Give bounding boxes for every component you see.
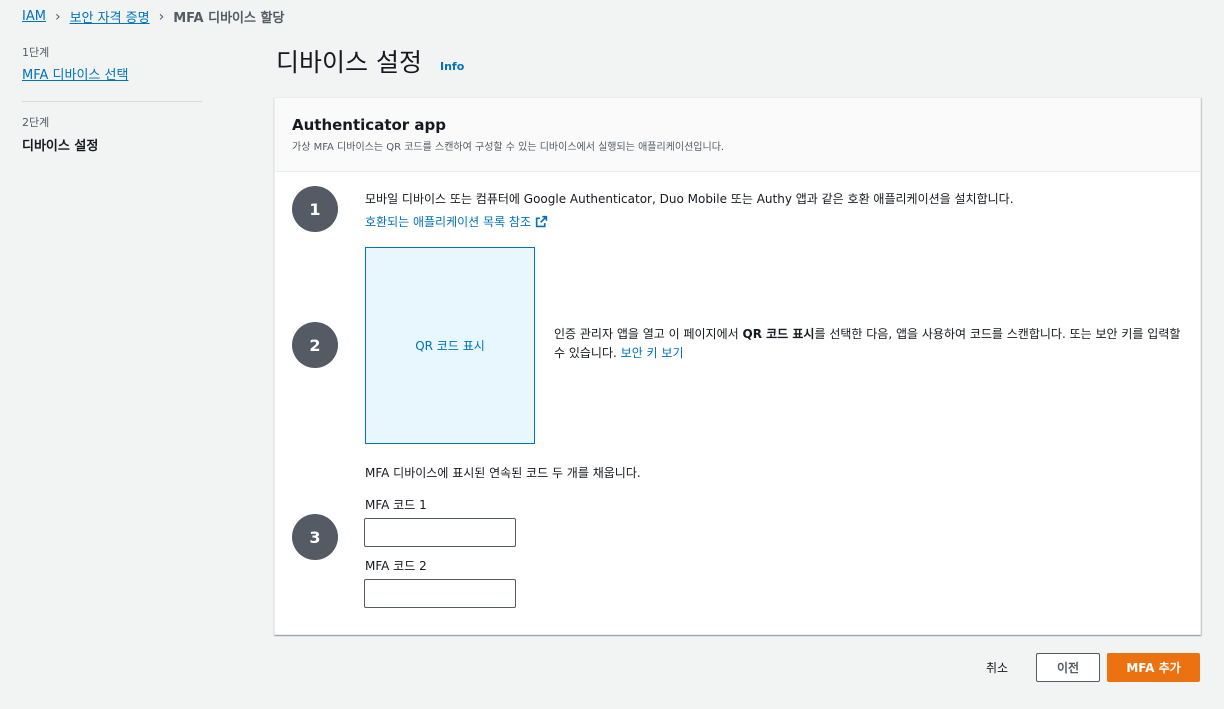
external-link-icon (535, 215, 548, 228)
show-qr-code-button[interactable]: QR 코드 표시 (365, 247, 535, 444)
show-secret-key-link[interactable]: 보안 키 보기 (621, 346, 684, 360)
panel-description: 가상 MFA 디바이스는 QR 코드를 스캔하여 구성할 수 있는 디바이스에서… (292, 142, 725, 153)
mfa-code-2-input[interactable] (364, 579, 516, 608)
step1-instruction: 모바일 디바이스 또는 컴퓨터에 Google Authenticator, D… (365, 192, 1014, 206)
info-link[interactable]: Info (440, 60, 464, 73)
step1-number: 1단계 (22, 46, 50, 59)
steps-divider (22, 101, 202, 102)
step2-number: 2단계 (22, 116, 50, 129)
previous-button[interactable]: 이전 (1036, 653, 1100, 682)
page-title: 디바이스 설정 (276, 48, 422, 77)
step3-instruction: MFA 디바이스에 표시된 연속된 코드 두 개를 채웁니다. (365, 466, 641, 480)
step2-text-before: 인증 관리자 앱을 열고 이 페이지에서 (554, 327, 743, 341)
mfa-code-1-input[interactable] (364, 518, 516, 547)
breadcrumb-iam[interactable]: IAM (22, 9, 46, 24)
step1-badge: 1 (292, 186, 338, 232)
step2-instruction: 인증 관리자 앱을 열고 이 페이지에서 QR 코드 표시를 선택한 다음, 앱… (554, 325, 1184, 363)
breadcrumb-current: MFA 디바이스 할당 (173, 11, 285, 26)
step2-current-label: 디바이스 설정 (22, 139, 99, 154)
step2-badge: 2 (292, 322, 338, 368)
breadcrumb-security-credentials[interactable]: 보안 자격 증명 (70, 7, 150, 26)
show-qr-code-label: QR 코드 표시 (415, 339, 485, 353)
chevron-right-icon: › (54, 8, 61, 25)
mfa-code-2-label: MFA 코드 2 (365, 559, 427, 573)
step1-link[interactable]: MFA 디바이스 선택 (22, 64, 128, 83)
breadcrumb: IAM › 보안 자격 증명 › MFA 디바이스 할당 (22, 7, 285, 27)
add-mfa-button[interactable]: MFA 추가 (1107, 653, 1200, 682)
panel-header: Authenticator app 가상 MFA 디바이스는 QR 코드를 스캔… (275, 98, 1200, 172)
cancel-button[interactable]: 취소 (972, 653, 1022, 681)
compatible-apps-link-label: 호환되는 애플리케이션 목록 참조 (365, 215, 532, 229)
panel-title: Authenticator app (292, 116, 447, 134)
compatible-apps-link[interactable]: 호환되는 애플리케이션 목록 참조 (365, 213, 548, 230)
step2-text-bold: QR 코드 표시 (742, 327, 815, 341)
step3-badge: 3 (292, 514, 338, 560)
authenticator-panel: Authenticator app 가상 MFA 디바이스는 QR 코드를 스캔… (274, 97, 1201, 635)
mfa-code-1-label: MFA 코드 1 (365, 498, 427, 512)
wizard-steps: 1단계 MFA 디바이스 선택 2단계 디바이스 설정 (22, 44, 202, 154)
chevron-right-icon: › (158, 8, 165, 25)
